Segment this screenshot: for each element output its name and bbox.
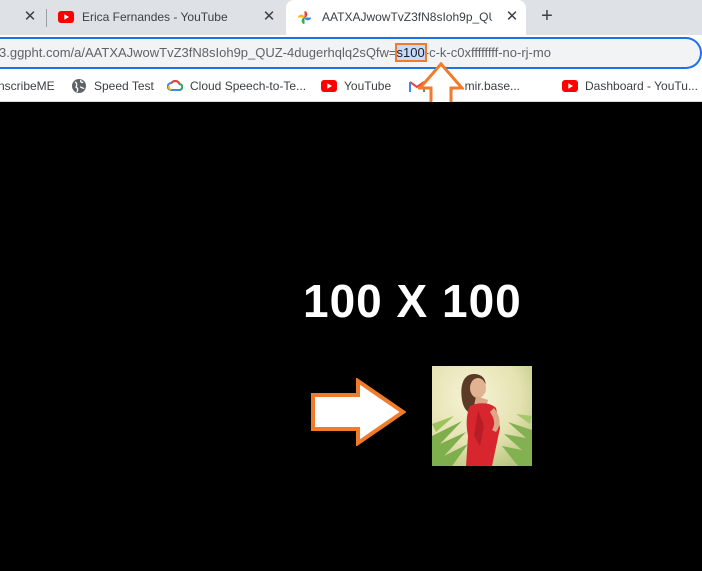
google-photos-icon [297, 10, 312, 25]
tab-title: Erica Fernandes - YouTube [82, 10, 228, 24]
toolbar: 3.ggpht.com/a/AATXAJwowTvZ3fN8sIoh9p_QUZ… [0, 35, 702, 71]
bookmark-label: Cloud Speech-to-Te... [190, 79, 307, 93]
bookmark-label: YouTube [344, 79, 392, 93]
bookmark-label: nscribeME [0, 79, 55, 93]
url-prefix: 3.ggpht.com/a/AATXAJwowTvZ3fN8sIoh9p_QUZ… [0, 45, 397, 60]
tab-title: AATXAJwowTvZ3fN8sIoh9p_QUZ [322, 10, 492, 24]
close-icon[interactable]: ✕ [261, 9, 277, 25]
image-size-caption: 100 X 100 [303, 275, 522, 327]
bookmark-youtube[interactable]: YouTube [321, 77, 391, 95]
bookmark-cloud-speech[interactable]: Cloud Speech-to-Te... [167, 77, 306, 95]
bookmark-speed-test[interactable]: Speed Test [71, 77, 154, 95]
youtube-icon [321, 80, 337, 92]
url-text[interactable]: 3.ggpht.com/a/AATXAJwowTvZ3fN8sIoh9p_QUZ… [0, 43, 551, 62]
close-icon[interactable]: ✕ [22, 9, 38, 25]
thumbnail-image[interactable] [432, 366, 532, 466]
bookmark-transcribeme[interactable]: nscribeME [0, 77, 55, 95]
tab-separator [46, 9, 47, 27]
url-suffix: -c-k-c0xffffffff-no-rj-mo [424, 45, 551, 60]
youtube-icon [562, 80, 578, 92]
new-tab-button[interactable]: + [537, 6, 557, 26]
image-viewer-area [0, 102, 702, 571]
bookmarks-bar: nscribeME Speed Test Cloud Speech-to-Te.… [0, 71, 702, 102]
tab-partial[interactable]: ✕ [0, 0, 44, 35]
bookmark-label: Speed Test [94, 79, 154, 93]
bookmark-label: Dashboard - YouTu... [585, 79, 698, 93]
right-arrow-annotation [311, 378, 406, 446]
url-size-parameter: s100 [394, 43, 427, 62]
address-bar[interactable]: 3.ggpht.com/a/AATXAJwowTvZ3fN8sIoh9p_QUZ… [0, 37, 702, 69]
bookmark-dashboard[interactable]: Dashboard - YouTu... [562, 77, 698, 95]
close-icon[interactable]: ✕ [504, 9, 520, 25]
youtube-icon [58, 11, 74, 23]
tab-erica-fernandes[interactable]: Erica Fernandes - YouTube ✕ [48, 0, 288, 35]
globe-icon [72, 79, 86, 93]
tab-strip: ✕ Erica Fernandes - YouTube ✕ AATXAJwowT… [0, 0, 702, 35]
tab-active-image[interactable]: AATXAJwowTvZ3fN8sIoh9p_QUZ ✕ [286, 0, 526, 35]
photo-woman-red-dress [432, 366, 532, 466]
google-cloud-icon [167, 80, 183, 91]
